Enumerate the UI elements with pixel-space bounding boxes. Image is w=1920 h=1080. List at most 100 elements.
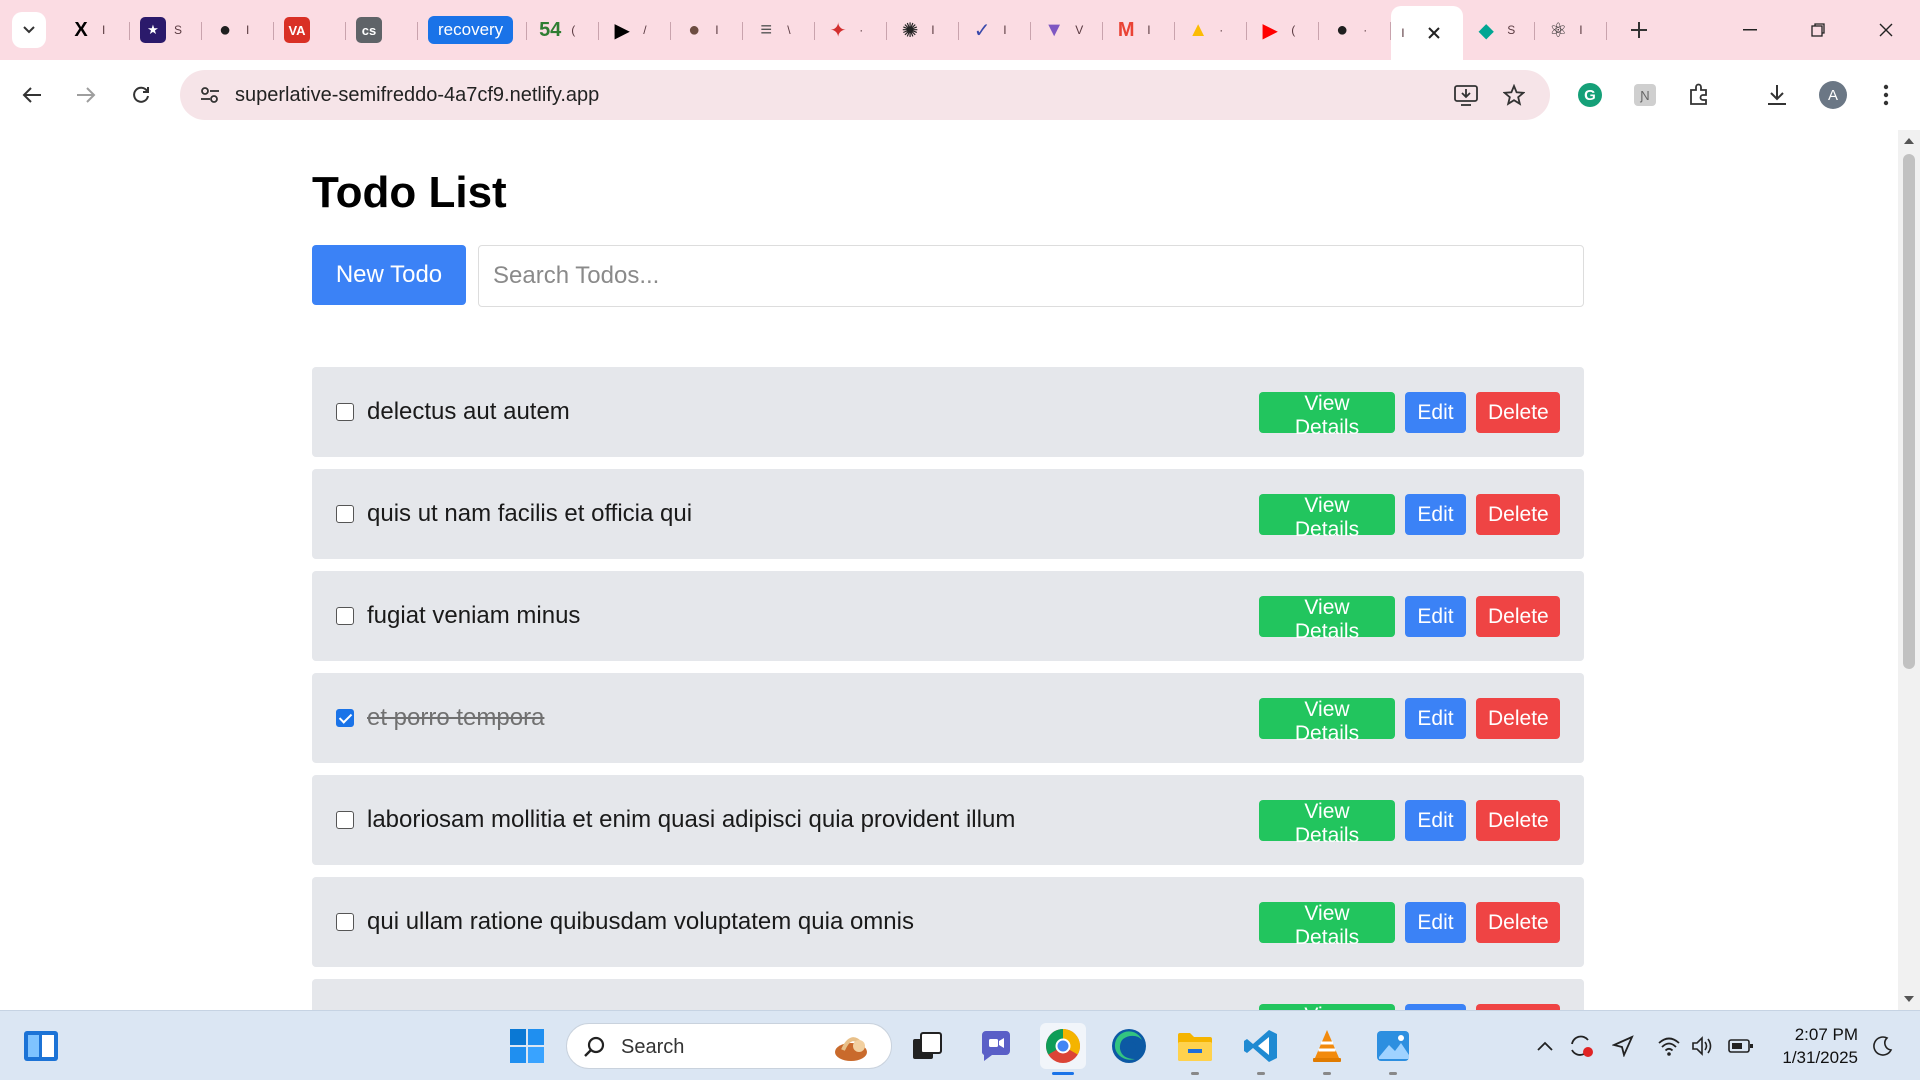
forward-button[interactable]: [68, 77, 104, 113]
view-details-button[interactable]: View Details: [1259, 698, 1395, 745]
browser-tab[interactable]: XI: [58, 6, 130, 54]
task-view-button[interactable]: [904, 1023, 950, 1069]
delete-button[interactable]: Delete: [1476, 392, 1560, 433]
edit-button[interactable]: Edit: [1405, 494, 1466, 535]
back-button[interactable]: [14, 77, 50, 113]
todo-checkbox[interactable]: [336, 913, 354, 931]
taskbar-search-box[interactable]: Search: [566, 1023, 892, 1069]
todo-checkbox[interactable]: [336, 709, 354, 727]
browser-tab[interactable]: ★ S: [130, 6, 202, 54]
volume-tray-button[interactable]: [1690, 1033, 1716, 1059]
scroll-down-arrow[interactable]: [1904, 996, 1914, 1002]
browser-menu-button[interactable]: [1868, 77, 1904, 113]
reload-button[interactable]: [123, 77, 159, 113]
bookmark-button[interactable]: [1498, 79, 1530, 111]
battery-tray-button[interactable]: [1728, 1033, 1754, 1059]
downloads-button[interactable]: [1759, 77, 1795, 113]
browser-tab[interactable]: 54 (: [527, 6, 600, 54]
browser-tab[interactable]: recovery: [418, 6, 528, 54]
edge-taskbar-button[interactable]: [1106, 1023, 1152, 1069]
close-window-button[interactable]: [1852, 0, 1920, 60]
show-hidden-icons-button[interactable]: [1532, 1033, 1558, 1059]
scroll-up-arrow[interactable]: [1904, 138, 1914, 144]
vscode-taskbar-button[interactable]: [1238, 1023, 1284, 1075]
browser-tab[interactable]: MI: [1103, 6, 1176, 54]
tab-title: /: [643, 23, 647, 37]
todo-checkbox[interactable]: [336, 607, 354, 625]
tab-title: I: [246, 23, 250, 37]
teams-chat-button[interactable]: [973, 1023, 1019, 1069]
view-details-button[interactable]: View Details: [1259, 494, 1395, 541]
browser-tab[interactable]: ◆ S: [1463, 6, 1536, 54]
todo-checkbox[interactable]: [336, 505, 354, 523]
view-details-button[interactable]: View Details: [1259, 902, 1395, 949]
tab-group-label[interactable]: recovery: [428, 16, 514, 44]
tab-title: S: [1507, 23, 1516, 37]
scroll-thumb[interactable]: [1903, 154, 1915, 669]
taskbar-clock[interactable]: 2:07 PM 1/31/2025: [1768, 1023, 1858, 1069]
running-indicator: [1257, 1072, 1265, 1075]
browser-tab[interactable]: ▶(: [1247, 6, 1320, 54]
youtube-icon: ▶: [1262, 19, 1278, 42]
browser-tab[interactable]: ✓ I: [959, 6, 1032, 54]
sync-tray-button[interactable]: [1568, 1033, 1594, 1059]
widgets-button[interactable]: [18, 1023, 64, 1069]
view-details-button[interactable]: View Details: [1259, 800, 1395, 847]
notifications-button[interactable]: [1870, 1033, 1896, 1059]
delete-button[interactable]: Delete: [1476, 596, 1560, 637]
todo-item: fugiat veniam minus View Details Edit Delet…: [312, 571, 1584, 661]
url-text[interactable]: superlative-semifreddo-4a7cf9.netlify.ap…: [235, 84, 599, 107]
browser-tab[interactable]: ▶ /: [599, 6, 672, 54]
edit-button[interactable]: Edit: [1405, 392, 1466, 433]
todo-checkbox[interactable]: [336, 811, 354, 829]
close-tab-icon[interactable]: [1427, 26, 1441, 40]
browser-tab[interactable]: VA: [274, 6, 346, 54]
location-tray-button[interactable]: [1610, 1033, 1636, 1059]
page-scrollbar[interactable]: [1898, 130, 1920, 1010]
delete-button[interactable]: Delete: [1476, 800, 1560, 841]
counter-icon: 54: [539, 18, 562, 41]
view-details-button[interactable]: View Details: [1259, 596, 1395, 643]
teams-chat-icon: [981, 1031, 1010, 1061]
profile-button[interactable]: A: [1815, 77, 1851, 113]
address-bar[interactable]: superlative-semifreddo-4a7cf9.netlify.ap…: [180, 70, 1550, 120]
site-info-button[interactable]: [194, 79, 226, 111]
active-browser-tab[interactable]: I: [1391, 6, 1464, 60]
browser-tab[interactable]: ● ·: [1319, 6, 1392, 54]
todo-checkbox[interactable]: [336, 403, 354, 421]
view-details-button[interactable]: View Details: [1259, 392, 1395, 439]
browser-tab[interactable]: ● I: [671, 6, 744, 54]
vlc-taskbar-button[interactable]: [1304, 1023, 1350, 1075]
edit-button[interactable]: Edit: [1405, 902, 1466, 943]
edit-button[interactable]: Edit: [1405, 596, 1466, 637]
browser-tab[interactable]: ≡ \: [743, 6, 816, 54]
browser-tab[interactable]: ✺ I: [887, 6, 960, 54]
browser-tab[interactable]: ✦ ·: [815, 6, 888, 54]
browser-tab[interactable]: ⚛ I: [1535, 6, 1608, 54]
delete-button[interactable]: Delete: [1476, 902, 1560, 943]
edit-button[interactable]: Edit: [1405, 698, 1466, 739]
restore-button[interactable]: [1784, 0, 1852, 60]
start-button[interactable]: [504, 1023, 550, 1069]
edit-button[interactable]: Edit: [1405, 800, 1466, 841]
install-app-button[interactable]: [1450, 79, 1482, 111]
chrome-taskbar-button[interactable]: [1040, 1023, 1086, 1075]
browser-tab[interactable]: ▼ V: [1031, 6, 1104, 54]
photos-taskbar-button[interactable]: [1370, 1023, 1416, 1075]
browser-tab[interactable]: ▲ ·: [1175, 6, 1248, 54]
extension-button[interactable]: Ɲ: [1627, 77, 1663, 113]
extensions-menu-button[interactable]: [1681, 77, 1717, 113]
delete-button[interactable]: Delete: [1476, 698, 1560, 739]
new-tab-button[interactable]: [1617, 8, 1661, 52]
widgets-icon: [24, 1031, 58, 1061]
browser-tab[interactable]: cs: [346, 6, 418, 54]
new-todo-button[interactable]: New Todo: [312, 245, 466, 305]
file-explorer-button[interactable]: [1172, 1023, 1218, 1075]
delete-button[interactable]: Delete: [1476, 494, 1560, 535]
wifi-tray-button[interactable]: [1656, 1033, 1682, 1059]
minimize-button[interactable]: [1716, 0, 1784, 60]
tab-search-button[interactable]: [12, 12, 46, 48]
search-input[interactable]: [478, 245, 1584, 307]
browser-tab[interactable]: ● I: [202, 6, 274, 54]
grammarly-extension[interactable]: G: [1572, 77, 1608, 113]
